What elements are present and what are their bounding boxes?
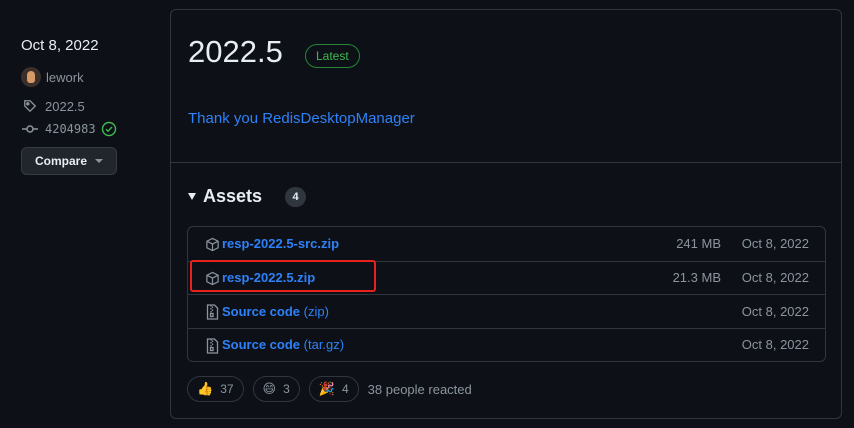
reactions-summary: 38 people reacted [367, 381, 472, 397]
compare-button[interactable]: Compare [21, 147, 117, 175]
smile-icon: 😄 [262, 381, 277, 396]
reaction-tada[interactable]: 🎉 4 [308, 376, 359, 402]
asset-row: Source code (zip) Oct 8, 2022 [188, 294, 825, 328]
asset-row: resp-2022.5.zip 21.3 MB Oct 8, 2022 [188, 260, 825, 295]
tag-name: 2022.5 [45, 98, 85, 114]
commit-hash: 4204983 [45, 122, 96, 136]
avatar [21, 67, 41, 87]
tag-icon [21, 98, 39, 114]
file-zip-icon [204, 337, 220, 354]
thumbs-up-icon: 👍 [197, 381, 214, 396]
reaction-count: 37 [220, 382, 234, 396]
asset-date: Oct 8, 2022 [741, 337, 809, 353]
compare-label: Compare [34, 154, 87, 168]
asset-ext: (zip) [300, 303, 329, 319]
release-title[interactable]: 2022.5 [188, 34, 283, 70]
chevron-down-icon [95, 159, 103, 163]
file-zip-icon [204, 304, 220, 320]
asset-download-link[interactable]: Source code (tar.gz) [222, 337, 344, 352]
asset-name: Source code [222, 337, 301, 353]
assets-count-badge: 4 [285, 186, 307, 207]
asset-date: Oct 8, 2022 [741, 236, 809, 252]
tag-link[interactable]: 2022.5 [21, 98, 85, 114]
disclosure-triangle-icon [188, 193, 196, 200]
release-card: 2022.5 Latest Thank you RedisDesktopMana… [170, 9, 842, 419]
reaction-count: 4 [341, 382, 349, 396]
asset-row: Source code (tar.gz) Oct 8, 2022 [188, 327, 825, 362]
asset-date: Oct 8, 2022 [741, 270, 809, 286]
asset-name: resp-2022.5-src.zip [222, 236, 340, 252]
asset-row: resp-2022.5-src.zip 241 MB Oct 8, 2022 [188, 227, 825, 261]
tada-icon: 🎉 [318, 381, 335, 396]
asset-download-link[interactable]: resp-2022.5.zip [222, 270, 315, 285]
verified-check-icon[interactable] [101, 121, 117, 137]
divider [171, 162, 841, 163]
git-commit-icon [21, 121, 39, 137]
asset-name: Source code [222, 303, 301, 319]
asset-size: 241 MB [676, 236, 721, 252]
asset-ext: (tar.gz) [300, 337, 345, 353]
asset-download-link[interactable]: resp-2022.5-src.zip [222, 236, 339, 251]
latest-badge: Latest [305, 44, 360, 68]
assets-heading: Assets [203, 186, 263, 206]
author-link[interactable]: lework [21, 67, 84, 87]
author-name: lework [46, 69, 84, 85]
reaction-smile[interactable]: 😄 3 [252, 376, 300, 402]
release-body-text: Thank you RedisDesktopManager [188, 110, 415, 127]
package-icon [204, 271, 220, 287]
reaction-count: 3 [283, 382, 290, 396]
reactions-bar: 👍 37 😄 3 🎉 4 38 people reacted [187, 376, 472, 402]
asset-download-link[interactable]: Source code (zip) [222, 304, 329, 319]
asset-date: Oct 8, 2022 [741, 303, 809, 319]
asset-name: resp-2022.5.zip [222, 270, 316, 286]
asset-list: resp-2022.5-src.zip 241 MB Oct 8, 2022 r… [187, 226, 826, 362]
package-icon [204, 236, 220, 252]
asset-size: 21.3 MB [672, 270, 721, 286]
assets-toggle[interactable]: Assets 4 [188, 186, 307, 207]
reaction-thumbs-up[interactable]: 👍 37 [187, 376, 244, 402]
release-date: Oct 8, 2022 [21, 37, 99, 54]
commit-link[interactable]: 4204983 [21, 121, 117, 137]
